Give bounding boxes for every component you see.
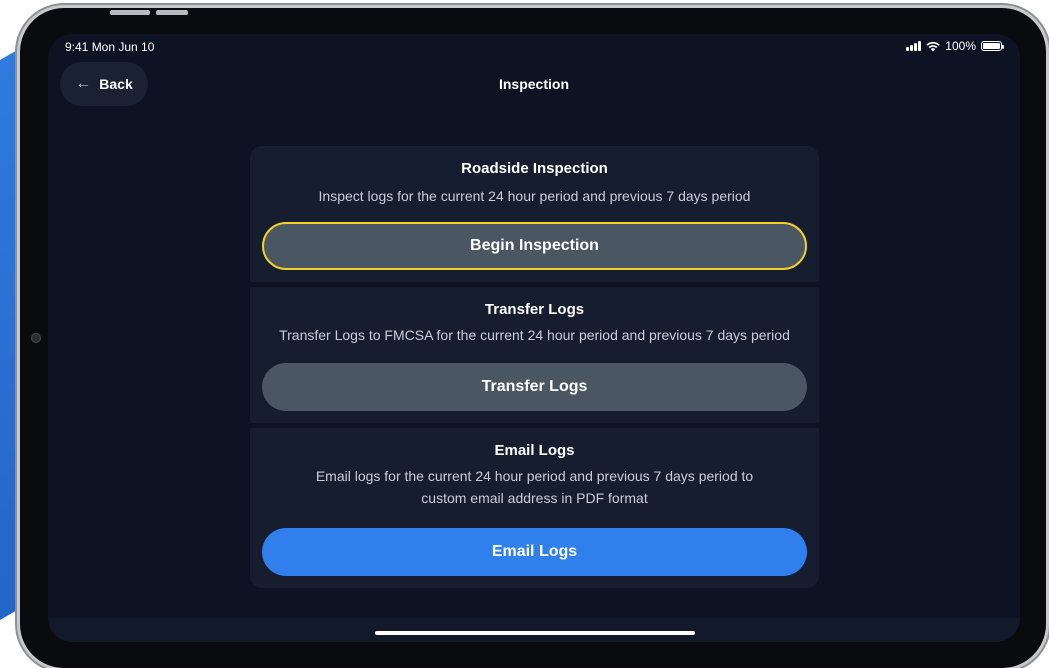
roadside-inspection-card: Roadside Inspection Inspect logs for the… <box>250 146 819 282</box>
email-logs-button[interactable]: Email Logs <box>262 528 807 576</box>
bottom-bar <box>48 618 1020 642</box>
wifi-icon <box>926 41 940 51</box>
battery-percentage: 100% <box>945 39 976 53</box>
card-title: Email Logs <box>494 442 575 459</box>
home-indicator[interactable] <box>375 631 695 635</box>
transfer-logs-card: Transfer Logs Transfer Logs to FMCSA for… <box>250 287 819 423</box>
camera-dot <box>31 333 41 343</box>
status-bar: 9:41 Mon Jun 10 100% <box>48 34 1020 58</box>
app-screen: 9:41 Mon Jun 10 100% ← Back Inspection R… <box>48 34 1020 642</box>
card-description: Transfer Logs to FMCSA for the current 2… <box>279 327 790 343</box>
page-title: Inspection <box>498 76 569 92</box>
cellular-signal-icon <box>906 41 922 51</box>
hardware-button <box>110 10 150 15</box>
card-title: Roadside Inspection <box>461 160 608 177</box>
card-description: Email logs for the current 24 hour perio… <box>315 468 754 506</box>
begin-inspection-button[interactable]: Begin Inspection <box>262 222 807 270</box>
battery-icon <box>981 41 1004 51</box>
transfer-logs-button[interactable]: Transfer Logs <box>262 363 807 411</box>
status-time: 9:41 Mon Jun 10 <box>65 40 155 54</box>
card-title: Transfer Logs <box>484 301 585 318</box>
status-indicators: 100% <box>906 39 1004 53</box>
email-logs-card: Email Logs Email logs for the current 24… <box>250 428 819 588</box>
card-description: Inspect logs for the current 24 hour per… <box>318 188 751 204</box>
hardware-button <box>156 10 188 15</box>
